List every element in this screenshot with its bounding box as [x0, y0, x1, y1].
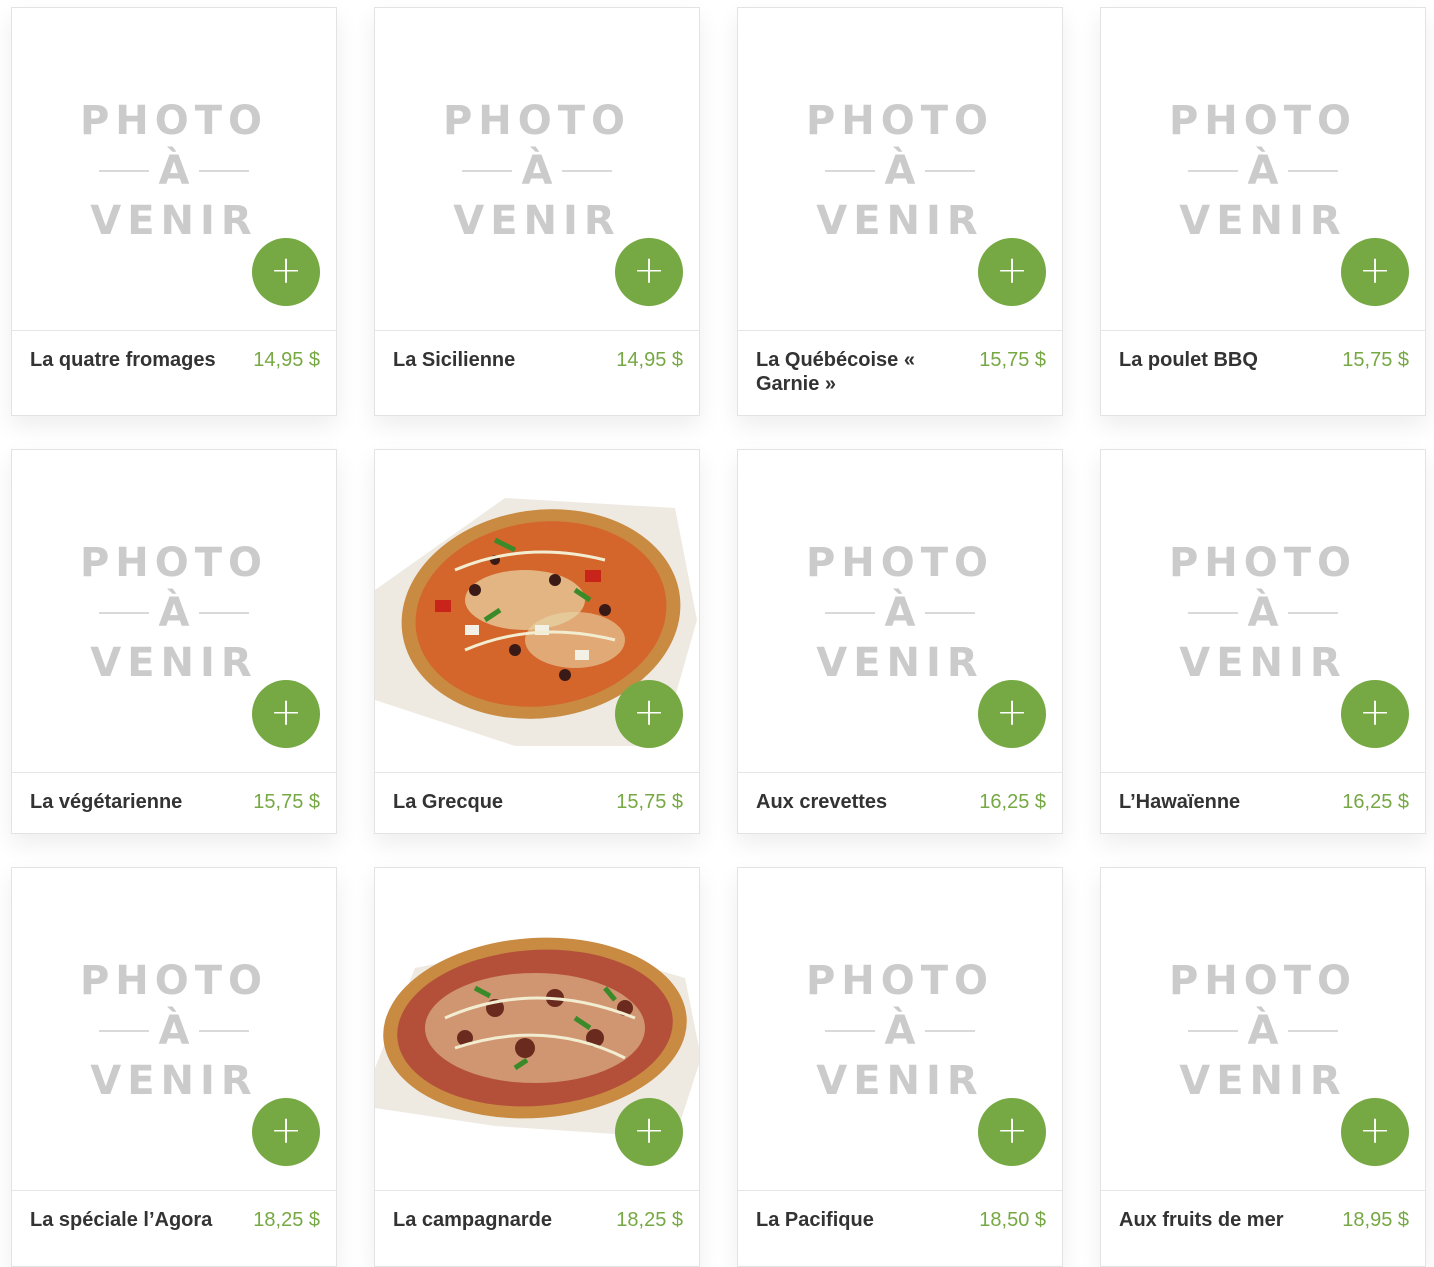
- placeholder-text: PHOTO À VENIR: [805, 958, 995, 1104]
- photo-placeholder: PHOTO À VENIR +: [738, 8, 1062, 331]
- product-name: La végétarienne: [30, 791, 183, 813]
- product-price: 14,95 $: [253, 349, 320, 371]
- product-card[interactable]: + La campagnarde 18,25 $: [374, 867, 700, 1267]
- photo-placeholder: PHOTO À VENIR +: [1101, 450, 1425, 773]
- product-price: 15,75 $: [253, 791, 320, 813]
- product-name: La Grecque: [393, 791, 504, 813]
- placeholder-text: PHOTO À VENIR: [805, 540, 995, 686]
- product-card[interactable]: PHOTO À VENIR + La Sicilienne 14,95 $: [374, 7, 700, 416]
- placeholder-text: PHOTO À VENIR: [1168, 958, 1358, 1104]
- placeholder-text: PHOTO À VENIR: [79, 958, 269, 1104]
- product-name: La Pacifique: [756, 1209, 874, 1231]
- add-to-cart-button[interactable]: +: [978, 238, 1046, 306]
- product-price: 18,25 $: [616, 1209, 683, 1231]
- product-price: 18,50 $: [979, 1209, 1046, 1231]
- product-name: Aux crevettes: [756, 791, 888, 813]
- product-grid: PHOTO À VENIR + La quatre fromages 14,95…: [0, 0, 1434, 1267]
- photo-placeholder: PHOTO À VENIR +: [1101, 8, 1425, 331]
- placeholder-text: PHOTO À VENIR: [442, 98, 632, 244]
- add-to-cart-button[interactable]: +: [252, 680, 320, 748]
- add-to-cart-button[interactable]: +: [615, 680, 683, 748]
- product-name: La Québécoise « Garnie »: [756, 349, 915, 395]
- product-price: 18,95 $: [1342, 1209, 1409, 1231]
- photo-placeholder: PHOTO À VENIR +: [12, 450, 336, 773]
- photo-placeholder: PHOTO À VENIR +: [375, 8, 699, 331]
- product-price: 15,75 $: [616, 791, 683, 813]
- add-to-cart-button[interactable]: +: [1341, 238, 1409, 306]
- product-price: 15,75 $: [1342, 349, 1409, 371]
- product-card[interactable]: PHOTO À VENIR + La Québécoise « Garnie »…: [737, 7, 1063, 416]
- add-to-cart-button[interactable]: +: [615, 238, 683, 306]
- add-to-cart-button[interactable]: +: [978, 1098, 1046, 1166]
- product-name: La quatre fromages: [30, 349, 216, 371]
- add-to-cart-button[interactable]: +: [1341, 680, 1409, 748]
- photo-placeholder: PHOTO À VENIR +: [12, 868, 336, 1191]
- product-name: Aux fruits de mer: [1119, 1209, 1284, 1231]
- photo-placeholder: PHOTO À VENIR +: [738, 868, 1062, 1191]
- placeholder-text: PHOTO À VENIR: [805, 98, 995, 244]
- product-photo: +: [375, 868, 699, 1191]
- product-name: La poulet BBQ: [1119, 349, 1258, 371]
- product-price: 16,25 $: [979, 791, 1046, 813]
- add-to-cart-button[interactable]: +: [252, 238, 320, 306]
- photo-placeholder: PHOTO À VENIR +: [1101, 868, 1425, 1191]
- product-card[interactable]: PHOTO À VENIR + Aux crevettes 16,25 $: [737, 449, 1063, 834]
- photo-placeholder: PHOTO À VENIR +: [738, 450, 1062, 773]
- add-to-cart-button[interactable]: +: [252, 1098, 320, 1166]
- placeholder-text: PHOTO À VENIR: [79, 540, 269, 686]
- product-price: 14,95 $: [616, 349, 683, 371]
- placeholder-text: PHOTO À VENIR: [1168, 98, 1358, 244]
- product-photo: +: [375, 450, 699, 773]
- placeholder-text: PHOTO À VENIR: [79, 98, 269, 244]
- product-card[interactable]: PHOTO À VENIR + La poulet BBQ 15,75 $: [1100, 7, 1426, 416]
- photo-placeholder: PHOTO À VENIR +: [12, 8, 336, 331]
- product-card[interactable]: PHOTO À VENIR + La quatre fromages 14,95…: [11, 7, 337, 416]
- add-to-cart-button[interactable]: +: [1341, 1098, 1409, 1166]
- product-card[interactable]: + La Grecque 15,75 $: [374, 449, 700, 834]
- placeholder-text: PHOTO À VENIR: [1168, 540, 1358, 686]
- product-name: La spéciale l’Agora: [30, 1209, 213, 1231]
- product-price: 16,25 $: [1342, 791, 1409, 813]
- add-to-cart-button[interactable]: +: [615, 1098, 683, 1166]
- product-name: La campagnarde: [393, 1209, 552, 1231]
- product-card[interactable]: PHOTO À VENIR + La Pacifique 18,50 $: [737, 867, 1063, 1267]
- product-name: L’Hawaïenne: [1119, 791, 1241, 813]
- product-card[interactable]: PHOTO À VENIR + La spéciale l’Agora 18,2…: [11, 867, 337, 1267]
- product-card[interactable]: PHOTO À VENIR + La végétarienne 15,75 $: [11, 449, 337, 834]
- product-price: 15,75 $: [979, 349, 1046, 371]
- product-card[interactable]: PHOTO À VENIR + L’Hawaïenne 16,25 $: [1100, 449, 1426, 834]
- product-card[interactable]: PHOTO À VENIR + Aux fruits de mer 18,95 …: [1100, 867, 1426, 1267]
- product-price: 18,25 $: [253, 1209, 320, 1231]
- add-to-cart-button[interactable]: +: [978, 680, 1046, 748]
- product-name: La Sicilienne: [393, 349, 516, 371]
